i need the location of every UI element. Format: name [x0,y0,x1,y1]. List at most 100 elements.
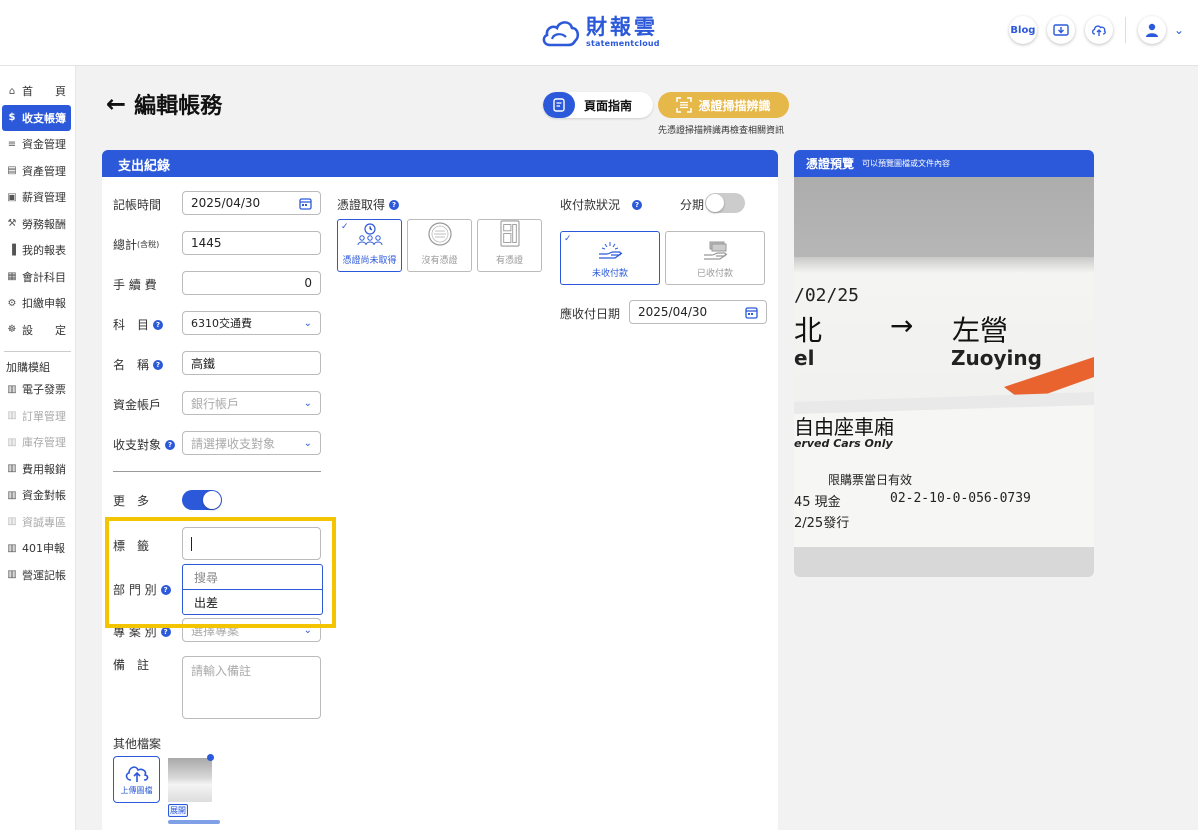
import-button[interactable] [1046,16,1075,44]
ticket-from-en: el [794,346,815,370]
installment-toggle[interactable] [705,193,745,213]
module-icon: ▥ [7,489,17,501]
expand-button[interactable]: 展開 [168,804,188,817]
user-menu[interactable]: ⌄ [1137,16,1184,44]
account-select[interactable]: 6310交通費 ⌄ [182,311,321,335]
file-thumbnail[interactable] [168,758,212,802]
payment-option-paid[interactable]: 已收付款 [665,231,765,285]
module-icon: ▥ [7,542,17,554]
help-icon[interactable]: ? [389,199,400,210]
evidence-option-pending[interactable]: ✓ 憑證尚未取得 [337,219,402,272]
total-field[interactable]: 1445 [182,231,321,255]
page-title: ← 編輯帳務 [106,88,222,120]
sidebar-addon-item[interactable]: ▥ 庫存管理 [0,429,75,456]
sidebar-item[interactable]: ▤ 資產管理 [0,158,75,185]
sidebar-item[interactable]: ≡ 資金管理 [0,131,75,158]
evidence-option-have[interactable]: 有憑證 [477,219,542,272]
files-label-text: 其他檔案 [113,737,162,751]
fund-account-select[interactable]: 銀行帳戶 ⌄ [182,391,321,415]
ticket-photo[interactable]: /02/25 北 → 左營 el Zuoying 自由座車廂 erved Car… [794,177,1094,577]
ticket-car-en: erved Cars Only [794,437,893,450]
due-date-field[interactable]: 2025/04/30 [629,300,767,324]
help-icon[interactable]: ? [160,626,171,637]
guide-label: 頁面指南 [584,98,633,113]
dropdown-search-input[interactable]: 搜尋 [183,565,322,590]
upload-cloud-button[interactable] [1084,16,1113,44]
tax-icon: ⚙ [7,297,17,309]
sidebar-item[interactable]: ▐ 我的報表 [0,237,75,264]
sidebar-addon-item[interactable]: ▥ 資金對帳 [0,482,75,509]
page-guide-button[interactable]: 頁面指南 [543,92,653,118]
ticket-code: 02-2-10-0-056-0739 [890,491,1031,506]
fee-field[interactable]: 0 [182,271,321,295]
arrow-right-icon: → [890,309,914,342]
dollar-icon: $ [8,112,16,124]
sidebar-addon-item[interactable]: ▥ 電子發票 [0,376,75,403]
fee-label-text: 手 續 費 [113,278,157,292]
sidebar-divider [4,351,71,352]
cloud-logo-icon [542,21,580,47]
party-label-text: 收支對象 [113,438,162,452]
scan-label: 憑證掃描辨識 [698,98,771,113]
calendar-icon[interactable] [299,197,312,210]
total-label-text: 總計 [113,238,138,252]
avatar[interactable] [1137,16,1166,44]
project-label-text: 專 案 別 [113,625,157,639]
payment-option-unpaid[interactable]: ✓ 未收付款 [560,231,660,285]
sidebar-item[interactable]: ▦ 會計科目 [0,264,75,291]
help-icon[interactable]: ? [165,439,176,450]
sidebar-item[interactable]: ⚒ 勞務報酬 [0,211,75,238]
evidence-preview-card: 憑證預覽 可以預覽圖檔或文件內容 /02/25 北 → 左營 el Zuoyin… [794,150,1094,577]
brand-logo[interactable]: 財報雲 statementcloud [540,12,660,52]
help-icon[interactable]: ? [632,199,643,210]
dept-label-text: 部 門 別 [113,583,157,597]
sidebar-item[interactable]: ⌂ 首 頁 [0,78,75,105]
tab-expense-record[interactable]: 支出紀錄 [113,155,176,179]
dept-label: 部 門 別? [113,581,171,598]
blog-button[interactable]: Blog [1008,16,1037,44]
more-toggle[interactable] [182,490,222,510]
evidence-option-label: 沒有憑證 [421,256,458,266]
sidebar-addon-item[interactable]: ▥ 資誠專區 [0,509,75,536]
help-icon[interactable]: ? [153,359,164,370]
chevron-down-icon: ⌄ [303,624,312,636]
scan-button[interactable]: 憑證掃描辨識 [658,92,789,118]
help-icon[interactable]: ? [160,584,171,595]
toggle-knob [706,194,724,212]
fee-value: 0 [304,276,312,290]
evidence-option-none[interactable]: 沒有憑證 [407,219,472,272]
sidebar-addon-item[interactable]: ▥ 營運記帳 [0,562,75,589]
wallet-icon: ▣ [7,191,17,203]
sidebar-addon-item[interactable]: ▥ 401申報 [0,535,75,562]
project-select[interactable]: 選擇專案 ⌄ [182,618,321,642]
chevron-down-icon[interactable]: ⌄ [1174,23,1184,37]
back-arrow-icon[interactable]: ← [106,92,126,116]
brand-title: 財報雲 [586,14,658,39]
upload-label: 上傳圖檔 [120,786,153,795]
name-value: 高鐵 [191,356,216,371]
sidebar-item[interactable]: ☸ 設 定 [0,317,75,344]
total-value: 1445 [191,236,222,250]
remove-file-icon[interactable] [207,754,214,761]
home-icon: ⌂ [8,85,16,97]
party-select[interactable]: 請選擇收支對象 ⌄ [182,431,321,455]
tag-input[interactable] [182,527,321,560]
upload-image-button[interactable]: 上傳圖檔 [113,756,160,803]
scan-icon [676,97,693,113]
ticket-issued: 2/25發行 [794,516,850,531]
note-textarea[interactable]: 請輸入備註 [182,656,321,719]
chart-icon: ▐ [8,244,16,256]
name-field[interactable]: 高鐵 [182,351,321,375]
upload-progress [168,820,220,824]
sidebar-addon-item[interactable]: ▥ 費用報銷 [0,456,75,483]
calendar-icon[interactable] [745,306,758,319]
date-field[interactable]: 2025/04/30 [182,191,321,215]
sidebar-item[interactable]: ⚙ 扣繳申報 [0,290,75,317]
sidebar-item[interactable]: ▣ 薪資管理 [0,184,75,211]
scan-hint: 先憑證掃描辨識再檢查相關資訊 [658,126,785,136]
dropdown-option[interactable]: 出差 [183,590,322,614]
help-icon[interactable]: ? [153,319,164,330]
sidebar-addon-item[interactable]: ▥ 訂單管理 [0,403,75,430]
module-icon: ▥ [7,383,17,395]
sidebar-item[interactable]: $ 收支帳簿 [2,104,71,131]
